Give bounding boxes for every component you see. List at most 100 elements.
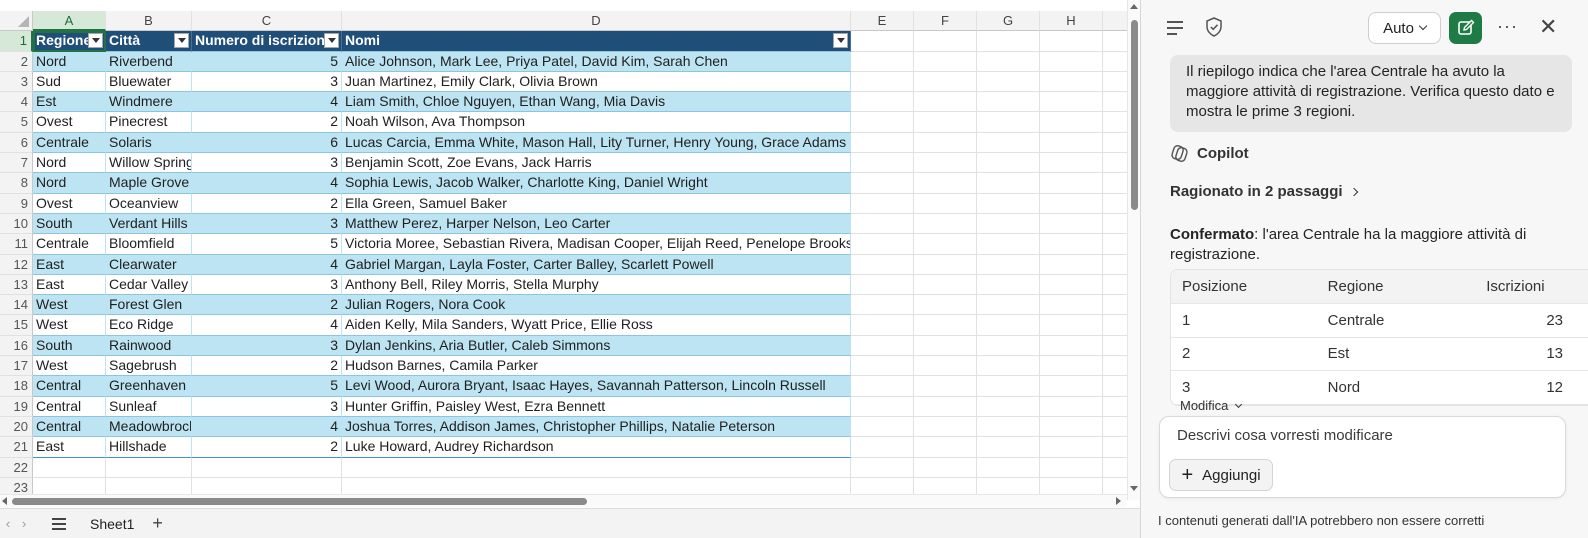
empty-cell[interactable] <box>1040 396 1103 417</box>
count-cell[interactable]: 3 <box>192 274 342 296</box>
empty-cell[interactable] <box>851 437 914 458</box>
empty-cell[interactable] <box>914 234 977 255</box>
table-header-cell[interactable]: Numero di iscrizioni <box>192 31 342 52</box>
close-icon[interactable]: ✕ <box>1539 14 1557 40</box>
empty-cell[interactable] <box>1040 31 1103 52</box>
city-cell[interactable]: Maple Grove <box>106 173 192 194</box>
empty-cell[interactable] <box>851 376 914 397</box>
empty-cell[interactable] <box>914 396 977 417</box>
filter-dropdown-icon[interactable] <box>833 33 848 49</box>
names-cell[interactable]: Hunter Griffin, Paisley West, Ezra Benne… <box>342 396 851 417</box>
count-cell[interactable]: 4 <box>192 315 342 336</box>
mode-dropdown[interactable]: Auto <box>1368 12 1441 44</box>
empty-cell[interactable] <box>977 234 1040 255</box>
row-header[interactable]: 10 <box>0 213 33 235</box>
names-cell[interactable]: Anthony Bell, Riley Morris, Stella Murph… <box>342 274 851 296</box>
column-header-d[interactable]: D <box>342 11 851 32</box>
empty-cell[interactable] <box>1040 457 1103 478</box>
count-cell[interactable]: 5 <box>192 376 342 397</box>
empty-cell[interactable] <box>851 396 914 417</box>
count-cell[interactable]: 2 <box>192 437 342 458</box>
city-cell[interactable]: Hillshade <box>106 437 192 458</box>
empty-cell[interactable] <box>1040 112 1103 133</box>
empty-cell[interactable] <box>1040 254 1103 275</box>
empty-cell[interactable] <box>851 112 914 133</box>
empty-cell[interactable] <box>977 356 1040 377</box>
empty-cell[interactable] <box>977 376 1040 397</box>
empty-cell[interactable] <box>914 376 977 397</box>
empty-cell[interactable] <box>1040 416 1103 438</box>
empty-cell[interactable] <box>851 356 914 377</box>
count-cell[interactable]: 4 <box>192 416 342 438</box>
empty-cell[interactable] <box>977 457 1040 478</box>
empty-cell[interactable] <box>977 31 1040 52</box>
empty-cell[interactable] <box>977 437 1040 458</box>
count-cell[interactable]: 6 <box>192 132 342 154</box>
region-cell[interactable]: West <box>33 295 106 316</box>
row-header[interactable]: 17 <box>0 356 33 377</box>
empty-cell[interactable] <box>851 92 914 113</box>
region-cell[interactable]: Central <box>33 396 106 417</box>
column-header-h[interactable]: H <box>1040 11 1103 32</box>
empty-cell[interactable] <box>914 213 977 235</box>
empty-cell[interactable] <box>914 274 977 296</box>
names-cell[interactable]: Hudson Barnes, Camila Parker <box>342 356 851 377</box>
empty-cell[interactable] <box>914 295 977 316</box>
names-cell[interactable]: Alice Johnson, Mark Lee, Priya Patel, Da… <box>342 51 851 72</box>
region-cell[interactable]: East <box>33 437 106 458</box>
empty-cell[interactable] <box>342 457 851 478</box>
add-sheet-icon[interactable]: + <box>152 513 163 534</box>
city-cell[interactable]: Sunleaf <box>106 396 192 417</box>
city-cell[interactable]: Sagebrush <box>106 356 192 377</box>
reasoning-toggle[interactable]: Ragionato in 2 passaggi <box>1170 183 1358 200</box>
empty-cell[interactable] <box>851 315 914 336</box>
prev-sheet-icon[interactable]: ‹ <box>0 516 16 531</box>
region-cell[interactable]: Sud <box>33 71 106 93</box>
region-cell[interactable]: Centrale <box>33 234 106 255</box>
empty-cell[interactable] <box>977 295 1040 316</box>
empty-cell[interactable] <box>977 396 1040 417</box>
empty-cell[interactable] <box>192 457 342 478</box>
scroll-up-icon[interactable] <box>1130 4 1138 9</box>
names-cell[interactable]: Joshua Torres, Addison James, Christophe… <box>342 416 851 438</box>
city-cell[interactable]: Verdant Hills <box>106 213 192 235</box>
empty-cell[interactable] <box>851 234 914 255</box>
names-cell[interactable]: Lucas Carcia, Emma White, Mason Hall, Li… <box>342 132 851 154</box>
empty-cell[interactable] <box>914 416 977 438</box>
region-cell[interactable]: West <box>33 315 106 336</box>
region-cell[interactable]: East <box>33 274 106 296</box>
city-cell[interactable]: Riverbend <box>106 51 192 72</box>
row-header[interactable]: 5 <box>0 112 33 133</box>
table-header-cell[interactable]: Città <box>106 31 192 52</box>
vertical-scroll-thumb[interactable] <box>1131 20 1138 210</box>
names-cell[interactable]: Sophia Lewis, Jacob Walker, Charlotte Ki… <box>342 173 851 194</box>
count-cell[interactable]: 4 <box>192 173 342 194</box>
region-cell[interactable]: Ovest <box>33 193 106 214</box>
row-header[interactable]: 13 <box>0 274 33 296</box>
more-options-icon[interactable]: ··· <box>1497 16 1518 37</box>
history-menu-icon[interactable] <box>1167 21 1183 35</box>
names-cell[interactable]: Dylan Jenkins, Aria Butler, Caleb Simmon… <box>342 335 851 357</box>
empty-cell[interactable] <box>977 213 1040 235</box>
empty-cell[interactable] <box>1040 274 1103 296</box>
vertical-scrollbar[interactable] <box>1127 0 1140 500</box>
empty-cell[interactable] <box>851 132 914 154</box>
names-cell[interactable]: Benjamin Scott, Zoe Evans, Jack Harris <box>342 153 851 174</box>
empty-cell[interactable] <box>851 213 914 235</box>
horizontal-scroll-thumb[interactable] <box>12 498 587 505</box>
row-header[interactable]: 21 <box>0 437 33 458</box>
count-cell[interactable]: 4 <box>192 254 342 275</box>
row-header[interactable]: 22 <box>0 457 33 478</box>
empty-cell[interactable] <box>914 92 977 113</box>
count-cell[interactable]: 4 <box>192 92 342 113</box>
empty-cell[interactable] <box>977 416 1040 438</box>
empty-cell[interactable] <box>914 71 977 93</box>
empty-cell[interactable] <box>1040 92 1103 113</box>
city-cell[interactable]: Pinecrest <box>106 112 192 133</box>
region-cell[interactable]: Nord <box>33 153 106 174</box>
city-cell[interactable]: Cedar Valley <box>106 274 192 296</box>
empty-cell[interactable] <box>851 173 914 194</box>
empty-cell[interactable] <box>851 193 914 214</box>
empty-cell[interactable] <box>851 51 914 72</box>
names-cell[interactable]: Victoria Moree, Sebastian Rivera, Madisa… <box>342 234 851 255</box>
